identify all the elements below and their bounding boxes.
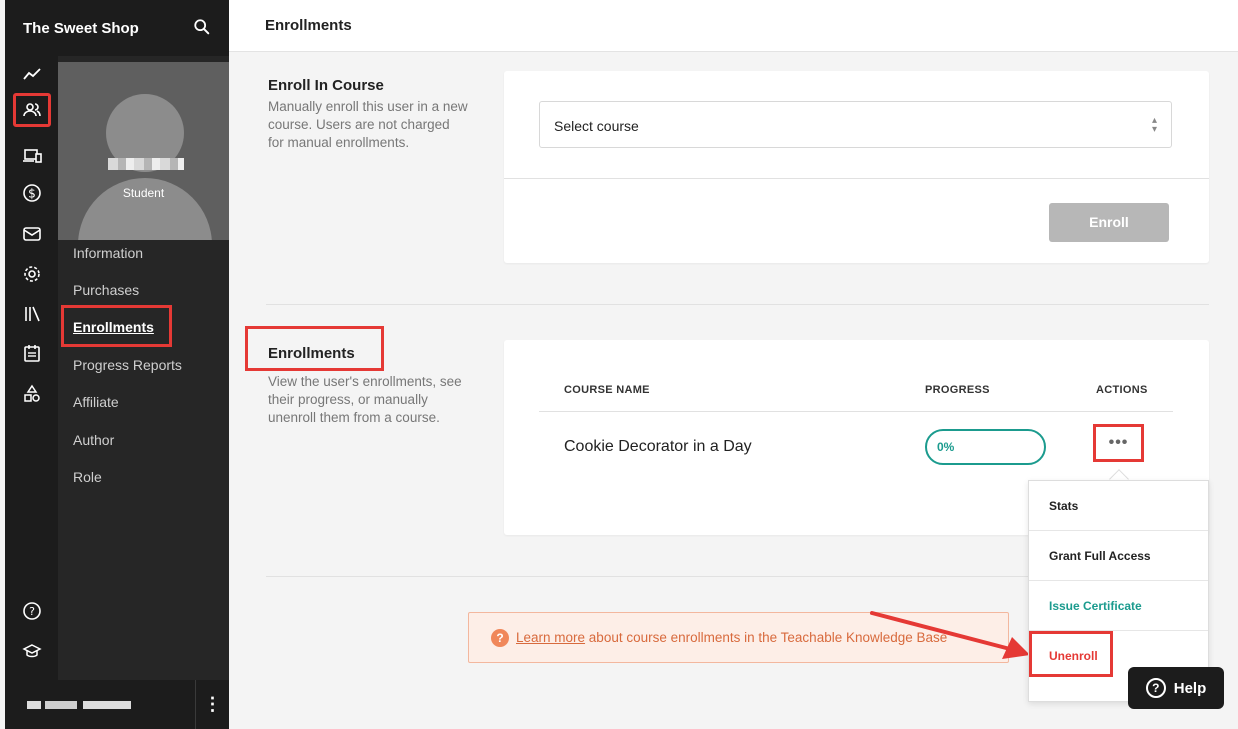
course-select[interactable]: Select course ▴ ▾ bbox=[539, 101, 1172, 148]
users-icon[interactable] bbox=[13, 93, 51, 127]
question-icon: ? bbox=[491, 629, 509, 647]
redacted-account-name bbox=[27, 701, 131, 709]
nav-progress-reports[interactable]: Progress Reports bbox=[73, 357, 182, 373]
menu-item-issue-certificate[interactable]: Issue Certificate bbox=[1029, 581, 1208, 631]
progress-pill: 0% bbox=[925, 429, 1046, 465]
enroll-section-title: Enroll In Course bbox=[268, 77, 384, 94]
sales-icon[interactable]: $ bbox=[15, 178, 49, 208]
help-button[interactable]: ? Help bbox=[1128, 667, 1224, 709]
highlight-nav-enrollments bbox=[61, 305, 172, 347]
section-divider bbox=[266, 304, 1209, 305]
account-bar[interactable]: ⋮ bbox=[5, 680, 229, 729]
brand-bar: The Sweet Shop bbox=[5, 0, 229, 56]
table-header-divider bbox=[539, 411, 1173, 412]
page-header: Enrollments bbox=[229, 0, 1238, 52]
column-progress: PROGRESS bbox=[925, 384, 990, 396]
user-panel: Student Information Purchases Enrollment… bbox=[58, 56, 229, 680]
help-icon: ? bbox=[1145, 678, 1166, 698]
nav-author[interactable]: Author bbox=[73, 432, 114, 448]
column-actions: ACTIONS bbox=[1096, 384, 1148, 396]
library-icon[interactable] bbox=[15, 299, 49, 329]
settings-icon[interactable] bbox=[15, 259, 49, 289]
menu-item-grant-full-access[interactable]: Grant Full Access bbox=[1029, 531, 1208, 581]
redacted-user-name bbox=[108, 158, 184, 170]
calendar-icon[interactable] bbox=[15, 338, 49, 368]
more-options-icon[interactable]: ⋮ bbox=[195, 680, 229, 729]
icon-rail: $ ? bbox=[5, 56, 58, 680]
highlight-enrollments-title bbox=[245, 326, 384, 371]
help-label: Help bbox=[1173, 679, 1207, 697]
site-icon[interactable] bbox=[15, 379, 49, 409]
column-course-name: COURSE NAME bbox=[564, 384, 650, 396]
user-card: Student bbox=[58, 62, 229, 240]
card-divider bbox=[504, 178, 1209, 179]
highlight-unenroll bbox=[1029, 631, 1113, 677]
menu-item-stats[interactable]: Stats bbox=[1029, 481, 1208, 531]
select-arrows-icon: ▴ ▾ bbox=[1151, 115, 1157, 135]
help-circle-icon[interactable]: ? bbox=[15, 596, 49, 626]
nav-purchases[interactable]: Purchases bbox=[73, 282, 139, 298]
annotation-arrow bbox=[870, 611, 1030, 659]
course-select-value: Select course bbox=[554, 118, 639, 134]
school-name[interactable]: The Sweet Shop bbox=[23, 20, 139, 37]
graduation-icon[interactable] bbox=[15, 636, 49, 666]
app: The Sweet Shop $ ? Student Information P… bbox=[0, 0, 1238, 729]
svg-text:$: $ bbox=[28, 187, 36, 201]
courses-icon[interactable] bbox=[15, 141, 49, 171]
analytics-icon[interactable] bbox=[15, 60, 49, 90]
nav-affiliate[interactable]: Affiliate bbox=[73, 394, 119, 410]
svg-text:?: ? bbox=[29, 605, 35, 618]
page-title: Enrollments bbox=[265, 17, 352, 34]
email-icon[interactable] bbox=[15, 219, 49, 249]
enroll-section-description: Manually enroll this user in a new cours… bbox=[268, 99, 468, 150]
enrollments-section-description: View the user's enrollments, see their p… bbox=[268, 374, 462, 425]
user-role: Student bbox=[122, 186, 165, 200]
nav-information[interactable]: Information bbox=[73, 245, 143, 261]
search-icon[interactable] bbox=[193, 18, 211, 36]
row-actions-button[interactable]: ••• bbox=[1093, 424, 1144, 462]
learn-more-link[interactable]: Learn more bbox=[516, 630, 585, 645]
progress-value: 0% bbox=[937, 440, 955, 454]
course-name-cell: Cookie Decorator in a Day bbox=[564, 438, 752, 455]
enroll-button[interactable]: Enroll bbox=[1049, 203, 1169, 242]
nav-role[interactable]: Role bbox=[73, 469, 102, 485]
